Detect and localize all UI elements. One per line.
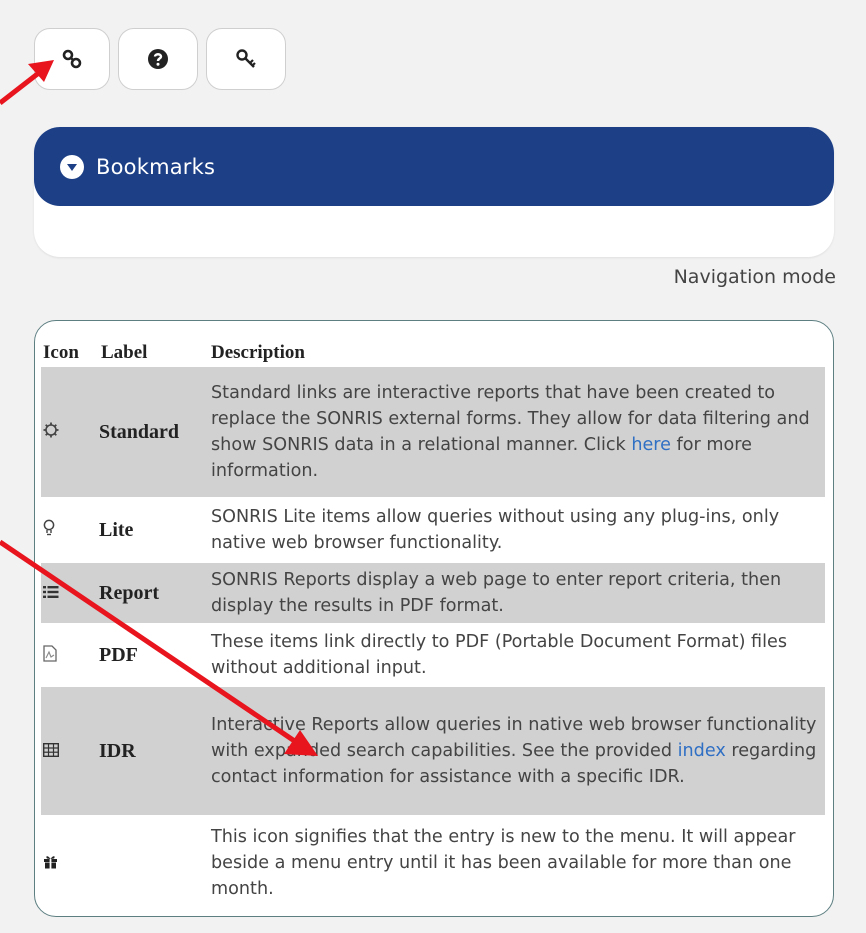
table-icon [42, 742, 60, 757]
more-info-link[interactable]: here [631, 435, 671, 455]
header-label: Label [101, 342, 148, 363]
label-lite: Lite [99, 518, 134, 541]
key-icon [236, 49, 256, 68]
legend-row-standard: Standard Standard links are interactive … [41, 367, 825, 497]
legend-row-lite: Lite SONRIS Lite items allow queries wit… [41, 497, 825, 563]
label-pdf: PDF [99, 643, 138, 666]
description-new: This icon signifies that the entry is ne… [211, 826, 796, 899]
question-circle-icon [148, 49, 168, 69]
bookmarks-header[interactable]: Bookmarks [34, 127, 834, 206]
pdf-file-icon [43, 644, 57, 662]
navigation-mode-label: Navigation mode [673, 266, 836, 288]
header-icon: Icon [43, 342, 79, 363]
panel-title: Bookmarks [96, 154, 216, 179]
label-new [99, 815, 209, 911]
bookmarks-panel: Bookmarks [34, 127, 834, 257]
description-pdf: These items link directly to PDF (Portab… [211, 631, 787, 678]
legend-row-new: This icon signifies that the entry is ne… [41, 815, 825, 911]
description-standard: Standard links are interactive reports t… [209, 367, 825, 497]
description-lite: SONRIS Lite items allow queries without … [211, 506, 780, 553]
index-link[interactable]: index [678, 741, 726, 761]
key-button[interactable] [206, 28, 286, 90]
icon-legend: Icon Label Description Standard Standard… [34, 320, 834, 917]
label-idr: IDR [99, 687, 209, 815]
description-idr: Interactive Reports allow queries in nat… [209, 687, 825, 815]
legend-row-report: Report SONRIS Reports display a web page… [41, 563, 825, 623]
legend-row-idr: IDR Interactive Reports allow queries in… [41, 687, 825, 815]
link-button[interactable] [34, 28, 110, 90]
gear-icon [43, 422, 59, 438]
label-standard: Standard [99, 367, 209, 497]
help-button[interactable] [118, 28, 198, 90]
legend-table: Icon Label Description Standard Standard… [41, 341, 825, 911]
toolbar [34, 28, 286, 90]
lightbulb-icon [43, 519, 55, 536]
description-report: SONRIS Reports display a web page to ent… [209, 563, 825, 623]
gift-icon [44, 855, 57, 868]
chevron-down-circle-icon[interactable] [60, 154, 84, 179]
link-icon [62, 49, 82, 69]
legend-header-row: Icon Label Description [41, 341, 825, 367]
list-icon [43, 585, 59, 598]
header-description: Description [211, 342, 305, 363]
label-report: Report [99, 563, 209, 623]
legend-row-pdf: PDF These items link directly to PDF (Po… [41, 623, 825, 687]
